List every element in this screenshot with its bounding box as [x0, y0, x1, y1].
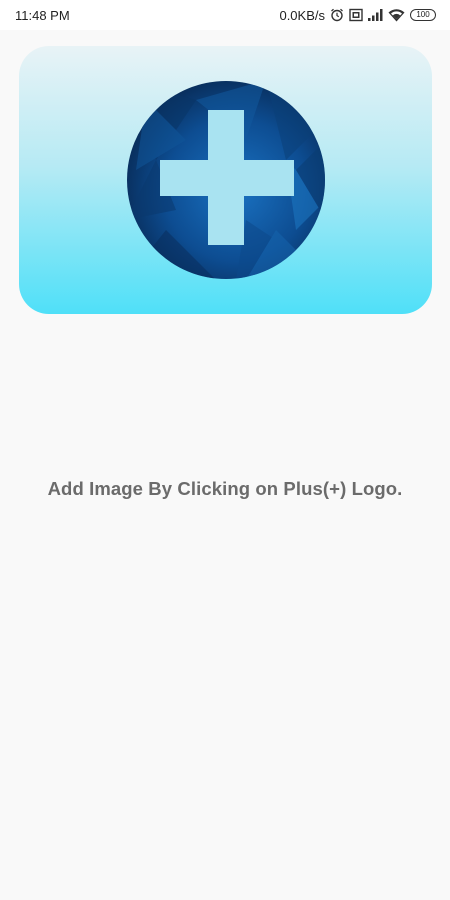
header-card [19, 46, 432, 314]
status-indicators: 0.0KB/s 100 [279, 8, 436, 23]
battery-icon: 100 [410, 9, 436, 21]
app-screen: 11:48 PM 0.0KB/s 100 Add Image By Clicki… [0, 0, 450, 900]
network-speed: 0.0KB/s [279, 7, 325, 23]
alarm-icon [330, 8, 344, 22]
sim-icon [349, 8, 363, 22]
signal-icon [368, 9, 383, 21]
status-bar: 11:48 PM 0.0KB/s 100 [0, 0, 450, 30]
wifi-icon [388, 8, 405, 22]
battery-level: 100 [416, 10, 430, 19]
status-time: 11:48 PM [15, 7, 70, 23]
instruction-text: Add Image By Clicking on Plus(+) Logo. [47, 478, 403, 499]
plus-icon[interactable] [126, 80, 326, 280]
